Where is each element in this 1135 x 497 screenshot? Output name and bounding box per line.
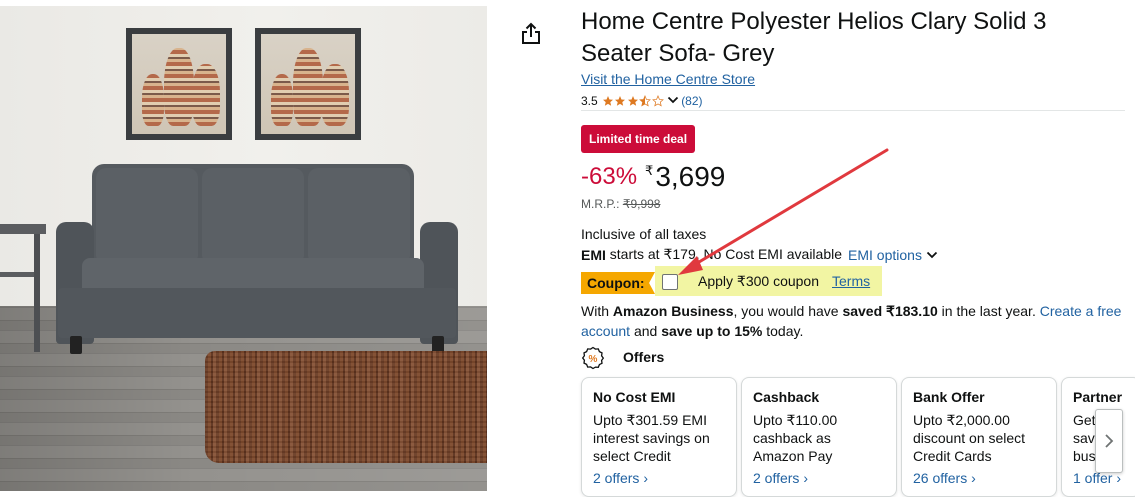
- divider: [581, 110, 1125, 111]
- business-promo: With Amazon Business, you would have sav…: [581, 301, 1129, 341]
- side-table: [0, 224, 46, 352]
- offer-card-title: Partner: [1073, 389, 1123, 405]
- business-text: today.: [766, 323, 804, 339]
- coupon-tag: Coupon:: [581, 272, 655, 294]
- limited-deal-badge: Limited time deal: [581, 125, 696, 153]
- price-row: -63% ₹ 3,699: [581, 160, 725, 194]
- business-saved: saved ₹183.10: [842, 303, 938, 319]
- emi-row: EMI starts at ₹179. No Cost EMI availabl…: [581, 246, 938, 263]
- coupon-terms-link[interactable]: Terms: [832, 273, 870, 289]
- share-icon[interactable]: [520, 22, 542, 46]
- business-brand: Amazon Business: [612, 303, 734, 319]
- star-rating-icon[interactable]: [602, 95, 665, 107]
- chevron-down-icon[interactable]: [667, 94, 679, 108]
- offer-card-description: Upto ₹110.00 cashback as Amazon Pay Bala…: [753, 412, 838, 464]
- svg-text:%: %: [589, 354, 598, 365]
- emi-options-link[interactable]: EMI options: [848, 247, 922, 263]
- business-text: in the last year.: [941, 303, 1036, 319]
- mrp-label: M.R.P.:: [581, 197, 620, 211]
- currency-symbol: ₹: [645, 163, 654, 178]
- price: 3,699: [655, 161, 726, 192]
- offer-card-description: Upto ₹2,000.00 discount on select Credit…: [913, 412, 1026, 464]
- offer-card-title: Cashback: [753, 389, 820, 405]
- coupon-apply-label[interactable]: Apply ₹300 coupon: [698, 273, 819, 290]
- offer-percent-icon: %: [581, 346, 605, 370]
- emi-text: starts at ₹179. No Cost EMI available: [609, 246, 843, 262]
- offers-heading: Offers: [623, 349, 665, 365]
- offer-card-link[interactable]: 2 offers ›: [753, 470, 885, 486]
- rating-value: 3.5: [581, 94, 598, 108]
- product-title: Home Centre Polyester Helios Clary Solid…: [581, 8, 1047, 67]
- emi-label: EMI: [581, 246, 606, 263]
- offer-card[interactable]: Cashback Upto ₹110.00 cashback as Amazon…: [741, 377, 897, 497]
- coupon-checkbox[interactable]: [662, 274, 678, 290]
- chevron-right-icon: [1105, 434, 1114, 448]
- rating-count-link[interactable]: (82): [681, 94, 702, 108]
- offer-card-link[interactable]: 2 offers ›: [593, 470, 725, 486]
- business-text: and: [633, 323, 658, 339]
- business-save-up: save up to 15%: [661, 323, 763, 339]
- rug: [205, 351, 487, 463]
- offer-card[interactable]: No Cost EMI Upto ₹301.59 EMI interest sa…: [581, 377, 737, 497]
- offer-card[interactable]: Bank Offer Upto ₹2,000.00 discount on se…: [901, 377, 1057, 497]
- chevron-down-icon[interactable]: [926, 247, 938, 263]
- create-account-link[interactable]: Create a free: [1040, 303, 1122, 319]
- rating-row[interactable]: 3.5 (82): [581, 92, 703, 110]
- mrp-row: M.R.P.: ₹9,998: [581, 197, 660, 211]
- wall-art-right: [255, 28, 361, 140]
- wall-art-left: [126, 28, 232, 140]
- product-image[interactable]: [0, 6, 487, 491]
- mrp-value: ₹9,998: [622, 197, 661, 211]
- discount-percent: -63%: [581, 163, 638, 190]
- offer-card-description: Upto ₹301.59 EMI interest savings on sel…: [593, 412, 710, 464]
- offer-card-title: Bank Offer: [913, 389, 985, 405]
- store-link[interactable]: Visit the Home Centre Store: [581, 71, 755, 87]
- create-account-link[interactable]: account: [581, 323, 630, 339]
- business-text: With: [581, 303, 609, 319]
- sofa: [56, 164, 460, 364]
- carousel-next-button[interactable]: [1095, 409, 1123, 473]
- tax-note: Inclusive of all taxes: [581, 226, 707, 242]
- offer-card-link[interactable]: 26 offers ›: [913, 470, 1045, 486]
- offer-card-title: No Cost EMI: [593, 389, 676, 405]
- business-text: , you would have: [733, 303, 839, 319]
